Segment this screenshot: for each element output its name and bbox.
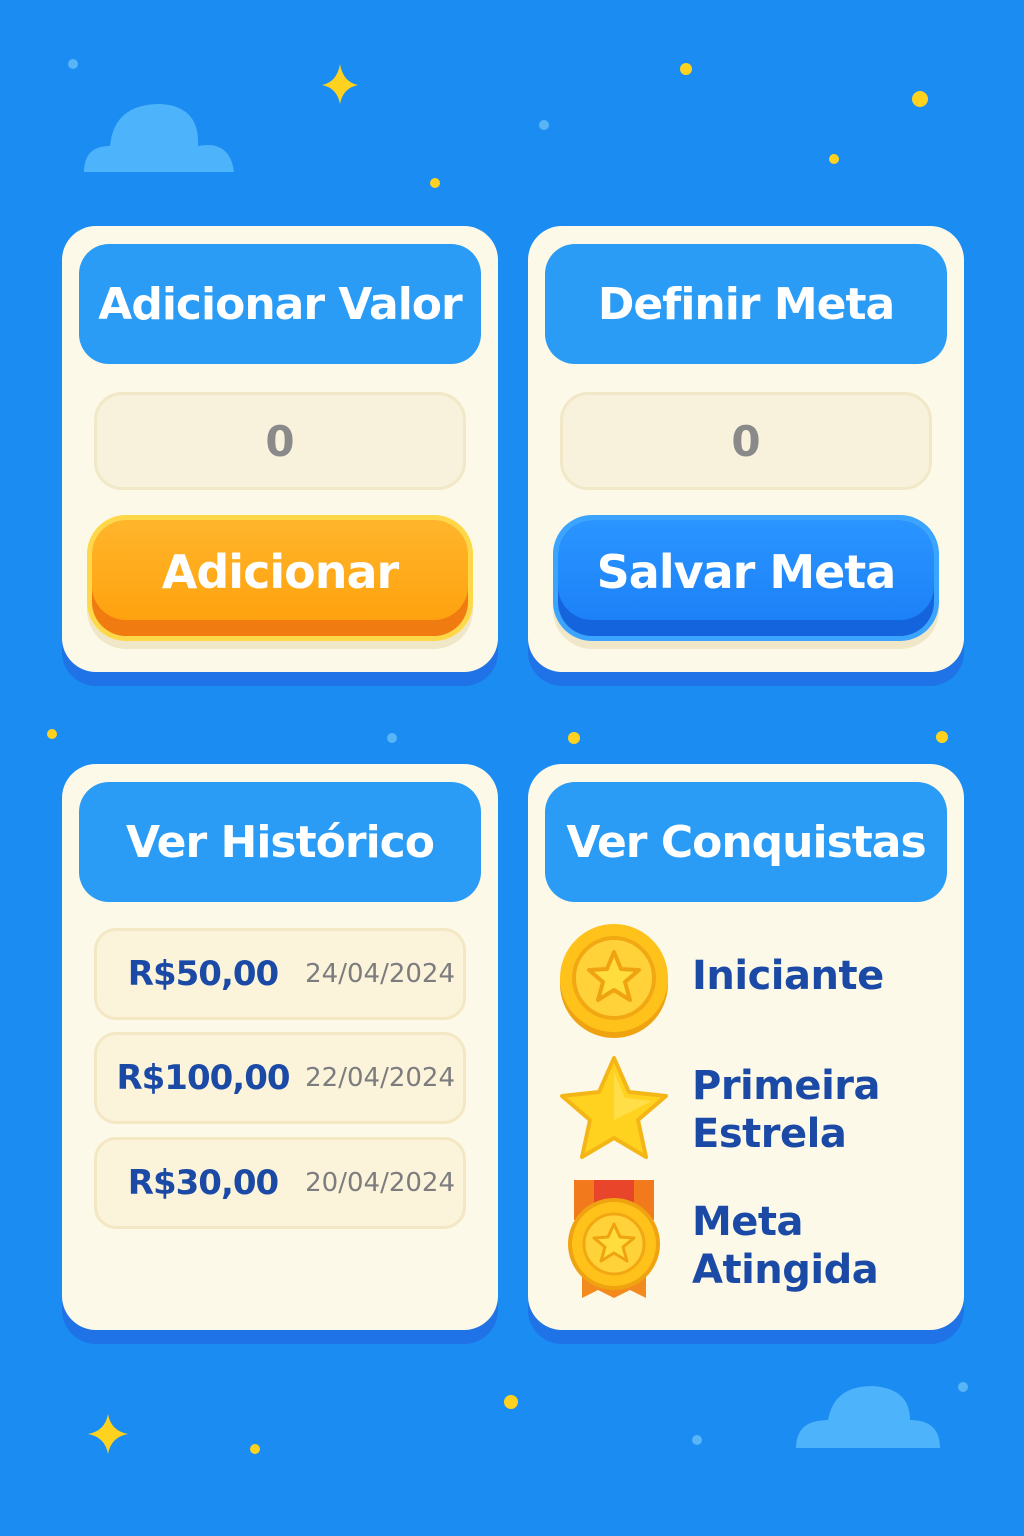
achievements-title[interactable]: Ver Conquistas — [545, 782, 947, 902]
sparkle-icon — [88, 1414, 128, 1454]
add-value-input[interactable]: 0 — [94, 392, 466, 490]
achievement-label: Meta Atingida — [692, 1199, 879, 1293]
history-row: R$30,00 20/04/2024 — [94, 1137, 466, 1229]
history-date: 22/04/2024 — [305, 1063, 455, 1093]
history-row: R$100,00 22/04/2024 — [94, 1032, 466, 1124]
gold-coin-star-icon — [560, 924, 668, 1038]
history-amount: R$30,00 — [127, 1163, 279, 1203]
history-amount: R$50,00 — [127, 954, 279, 994]
history-date: 20/04/2024 — [305, 1168, 455, 1198]
cloud-icon — [796, 1386, 940, 1448]
achievement-label: Iniciante — [692, 953, 884, 999]
history-row: R$50,00 24/04/2024 — [94, 928, 466, 1020]
sparkle-icon — [322, 64, 358, 104]
history-date: 24/04/2024 — [305, 959, 455, 989]
history-card: Ver Histórico R$50,00 24/04/2024 R$100,0… — [62, 764, 498, 1330]
add-value-card: Adicionar Valor 0 Adicionar — [62, 226, 498, 672]
cloud-icon — [84, 104, 234, 172]
add-value-title: Adicionar Valor — [79, 244, 481, 364]
add-button[interactable]: Adicionar — [92, 520, 468, 636]
star-icon — [560, 1056, 668, 1159]
set-goal-card: Definir Meta 0 Salvar Meta — [528, 226, 964, 672]
achievement-item: Iniciante — [554, 918, 954, 1038]
history-title[interactable]: Ver Histórico — [79, 782, 481, 902]
set-goal-title: Definir Meta — [545, 244, 947, 364]
goal-input[interactable]: 0 — [560, 392, 932, 490]
achievement-item: Primeira Estrela — [554, 1050, 954, 1160]
save-goal-button[interactable]: Salvar Meta — [558, 520, 934, 636]
achievements-card: Ver Conquistas Iniciante Primeira Estrel… — [528, 764, 964, 1330]
history-amount: R$100,00 — [116, 1058, 290, 1098]
medal-icon — [568, 1180, 660, 1298]
achievement-label: Primeira Estrela — [692, 1063, 881, 1157]
achievement-item: Meta Atingida — [554, 1180, 954, 1304]
